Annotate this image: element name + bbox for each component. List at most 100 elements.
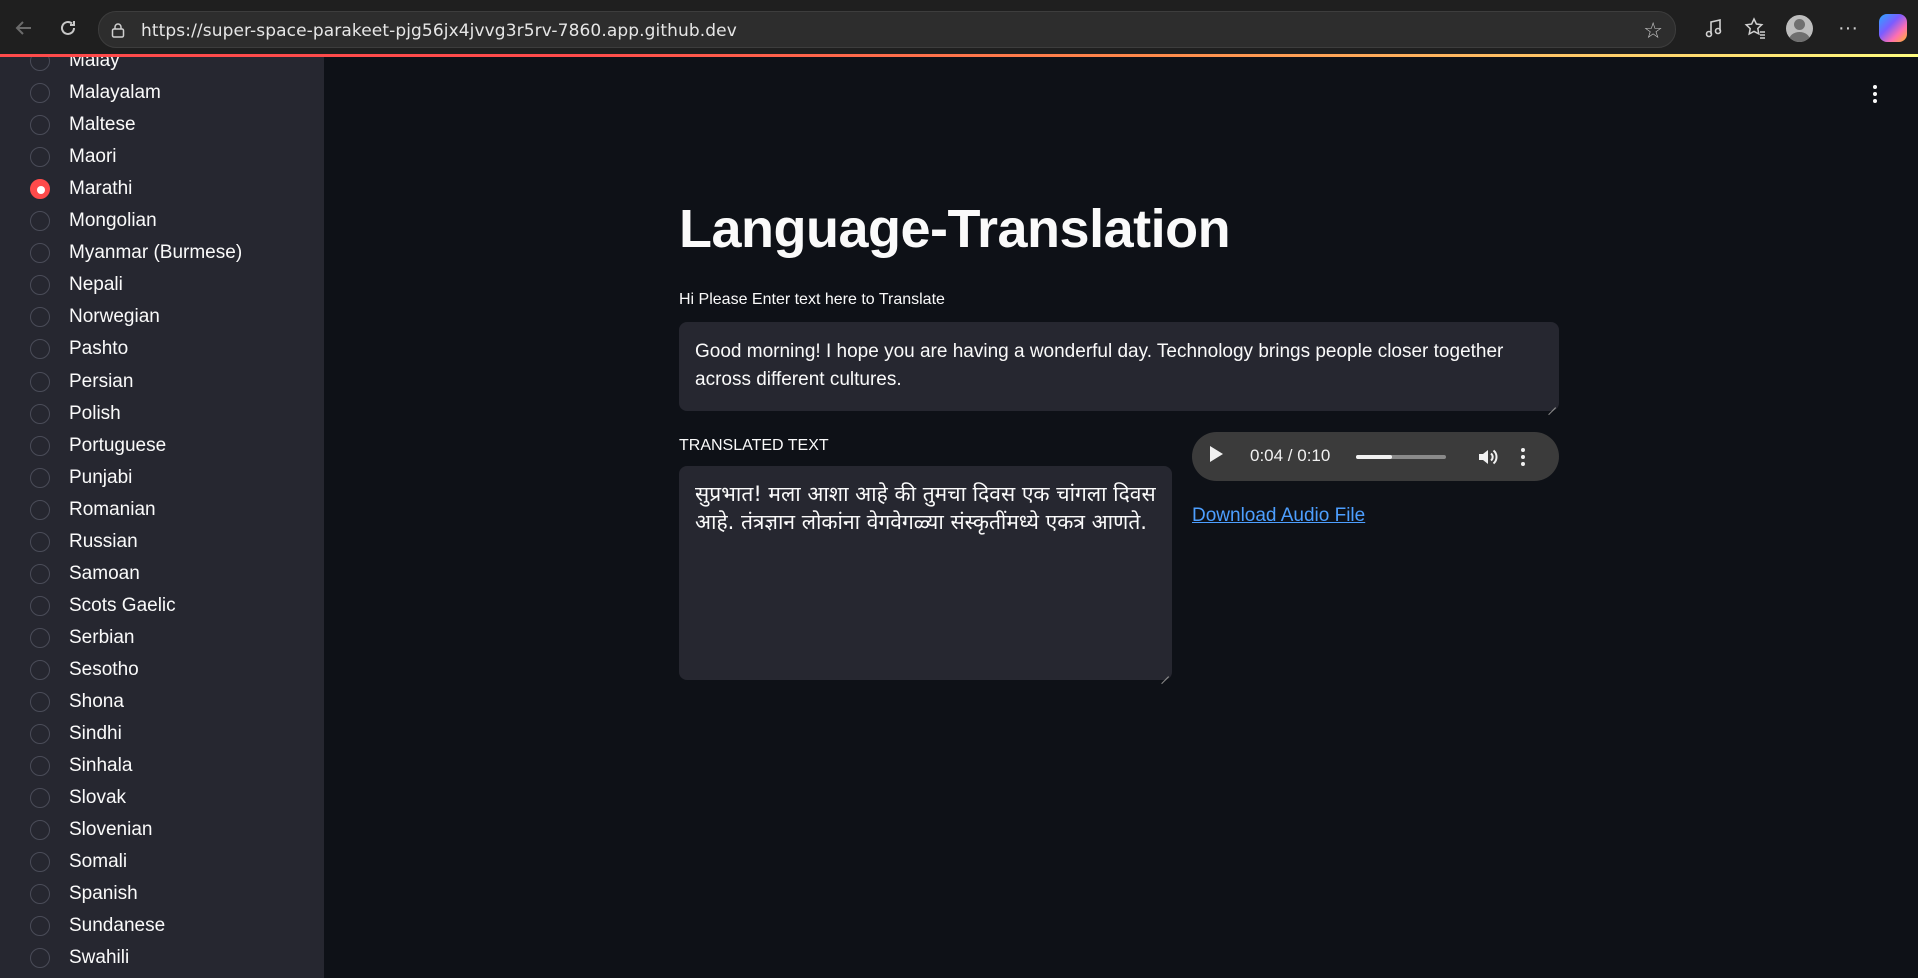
language-option[interactable]: Persian xyxy=(30,368,133,396)
radio-icon[interactable] xyxy=(30,884,50,905)
output-label: TRANSLATED TEXT xyxy=(679,437,829,454)
language-option[interactable]: Mongolian xyxy=(30,207,157,235)
language-option-label: Scots Gaelic xyxy=(69,594,176,616)
language-option-label: Portuguese xyxy=(69,434,167,456)
language-option[interactable]: Maltese xyxy=(30,111,136,139)
radio-icon[interactable] xyxy=(30,275,50,296)
audio-more-icon[interactable] xyxy=(1519,445,1527,469)
language-option-label: Serbian xyxy=(69,626,135,648)
radio-icon[interactable] xyxy=(30,788,50,809)
lock-icon xyxy=(111,23,125,38)
radio-icon[interactable] xyxy=(30,435,50,456)
sidebar: Malay Malayalam Maltese Maori Marathi Mongoli… xyxy=(0,57,324,978)
radio-icon[interactable] xyxy=(30,724,50,745)
language-option[interactable]: Sundanese xyxy=(30,912,165,940)
translated-text-output[interactable]: सुप्रभात! मला आशा आहे की तुमचा दिवस एक च… xyxy=(679,466,1172,680)
radio-selected-icon[interactable] xyxy=(30,179,50,200)
radio-icon[interactable] xyxy=(30,211,50,232)
radio-icon[interactable] xyxy=(30,403,50,424)
back-icon[interactable] xyxy=(10,14,38,42)
profile-avatar-icon[interactable] xyxy=(1786,15,1813,42)
radio-icon[interactable] xyxy=(30,563,50,584)
radio-icon[interactable] xyxy=(30,531,50,552)
language-option[interactable]: Slovenian xyxy=(30,816,152,844)
language-option-label: Malay xyxy=(69,57,120,71)
main-menu-icon[interactable] xyxy=(1864,80,1886,108)
radio-icon[interactable] xyxy=(30,627,50,648)
language-option-label: Mongolian xyxy=(69,210,157,232)
audio-player[interactable]: 0:04 / 0:10 xyxy=(1192,432,1559,481)
radio-icon[interactable] xyxy=(30,692,50,712)
radio-icon[interactable] xyxy=(30,339,50,360)
volume-icon[interactable] xyxy=(1476,445,1500,469)
radio-icon[interactable] xyxy=(30,371,50,392)
radio-icon[interactable] xyxy=(30,147,50,168)
download-audio-link[interactable]: Download Audio File xyxy=(1192,505,1365,527)
language-option[interactable]: Russian xyxy=(30,528,138,556)
language-option-label: Nepali xyxy=(69,274,123,296)
language-option[interactable]: Slovak xyxy=(30,784,126,812)
radio-icon[interactable] xyxy=(30,467,50,488)
language-option[interactable]: Punjabi xyxy=(30,464,132,492)
media-icon[interactable] xyxy=(1700,14,1728,42)
input-label: Hi Please Enter text here to Translate xyxy=(679,291,945,308)
language-option[interactable]: Polish xyxy=(30,400,121,428)
language-option[interactable]: Sinhala xyxy=(30,752,132,780)
favorites-icon[interactable] xyxy=(1741,14,1769,42)
resize-handle[interactable] xyxy=(1159,667,1169,677)
language-option[interactable]: Malayalam xyxy=(30,79,161,107)
language-option-label: Pashto xyxy=(69,338,129,360)
language-option[interactable]: Malay xyxy=(30,57,120,75)
radio-icon[interactable] xyxy=(30,916,50,937)
radio-icon[interactable] xyxy=(30,852,50,873)
radio-icon[interactable] xyxy=(30,948,50,969)
language-option[interactable]: Norwegian xyxy=(30,303,160,331)
language-option-label: Sindhi xyxy=(69,723,122,745)
more-options-icon[interactable]: ··· xyxy=(1834,14,1862,42)
language-option[interactable]: Sindhi xyxy=(30,720,122,748)
language-option[interactable]: Samoan xyxy=(30,560,140,588)
radio-icon[interactable] xyxy=(30,595,50,616)
language-option[interactable]: Maori xyxy=(30,143,117,171)
radio-icon[interactable] xyxy=(30,243,50,264)
language-option[interactable]: Romanian xyxy=(30,496,156,524)
browser-toolbar: https://super-space-parakeet-pjg56jx4jvv… xyxy=(0,0,1918,56)
copilot-icon[interactable] xyxy=(1879,14,1907,42)
radio-icon[interactable] xyxy=(30,307,50,328)
language-option-label: Punjabi xyxy=(69,466,133,488)
language-option[interactable]: Marathi xyxy=(30,175,132,203)
resize-handle[interactable] xyxy=(1546,398,1556,408)
url-text[interactable]: https://super-space-parakeet-pjg56jx4jvv… xyxy=(141,21,737,41)
language-option-label: Slovenian xyxy=(69,819,153,841)
language-option-label: Swahili xyxy=(69,947,130,969)
language-option[interactable]: Portuguese xyxy=(30,432,166,460)
source-text-value: Good morning! I hope you are having a wo… xyxy=(695,341,1504,390)
language-option[interactable]: Spanish xyxy=(30,880,138,908)
address-bar[interactable]: https://super-space-parakeet-pjg56jx4jvv… xyxy=(98,11,1676,48)
language-option[interactable]: Swahili xyxy=(30,944,129,972)
language-option[interactable]: Pashto xyxy=(30,335,128,363)
language-option[interactable]: Somali xyxy=(30,848,127,876)
language-option-label: Shona xyxy=(69,691,124,712)
language-option[interactable]: Nepali xyxy=(30,271,123,299)
language-option[interactable]: Scots Gaelic xyxy=(30,592,176,620)
reload-icon[interactable] xyxy=(54,14,82,42)
language-option[interactable]: Serbian xyxy=(30,624,135,652)
play-icon[interactable] xyxy=(1210,446,1223,462)
page-title: Language-Translation xyxy=(679,199,1231,259)
language-option-label: Russian xyxy=(69,530,138,552)
radio-icon[interactable] xyxy=(30,115,50,136)
radio-icon[interactable] xyxy=(30,756,50,777)
language-option[interactable]: Sesotho xyxy=(30,656,139,684)
radio-icon[interactable] xyxy=(30,820,50,841)
radio-icon[interactable] xyxy=(30,57,50,71)
radio-icon[interactable] xyxy=(30,499,50,520)
radio-icon[interactable] xyxy=(30,83,50,104)
source-text-input[interactable]: Good morning! I hope you are having a wo… xyxy=(679,322,1559,411)
audio-time: 0:04 / 0:10 xyxy=(1250,446,1331,465)
favorite-star-icon[interactable]: ☆ xyxy=(1643,18,1663,44)
audio-seek-bar[interactable] xyxy=(1356,455,1446,459)
language-option[interactable]: Shona xyxy=(30,688,124,716)
radio-icon[interactable] xyxy=(30,659,50,680)
language-option[interactable]: Myanmar (Burmese) xyxy=(30,239,242,267)
